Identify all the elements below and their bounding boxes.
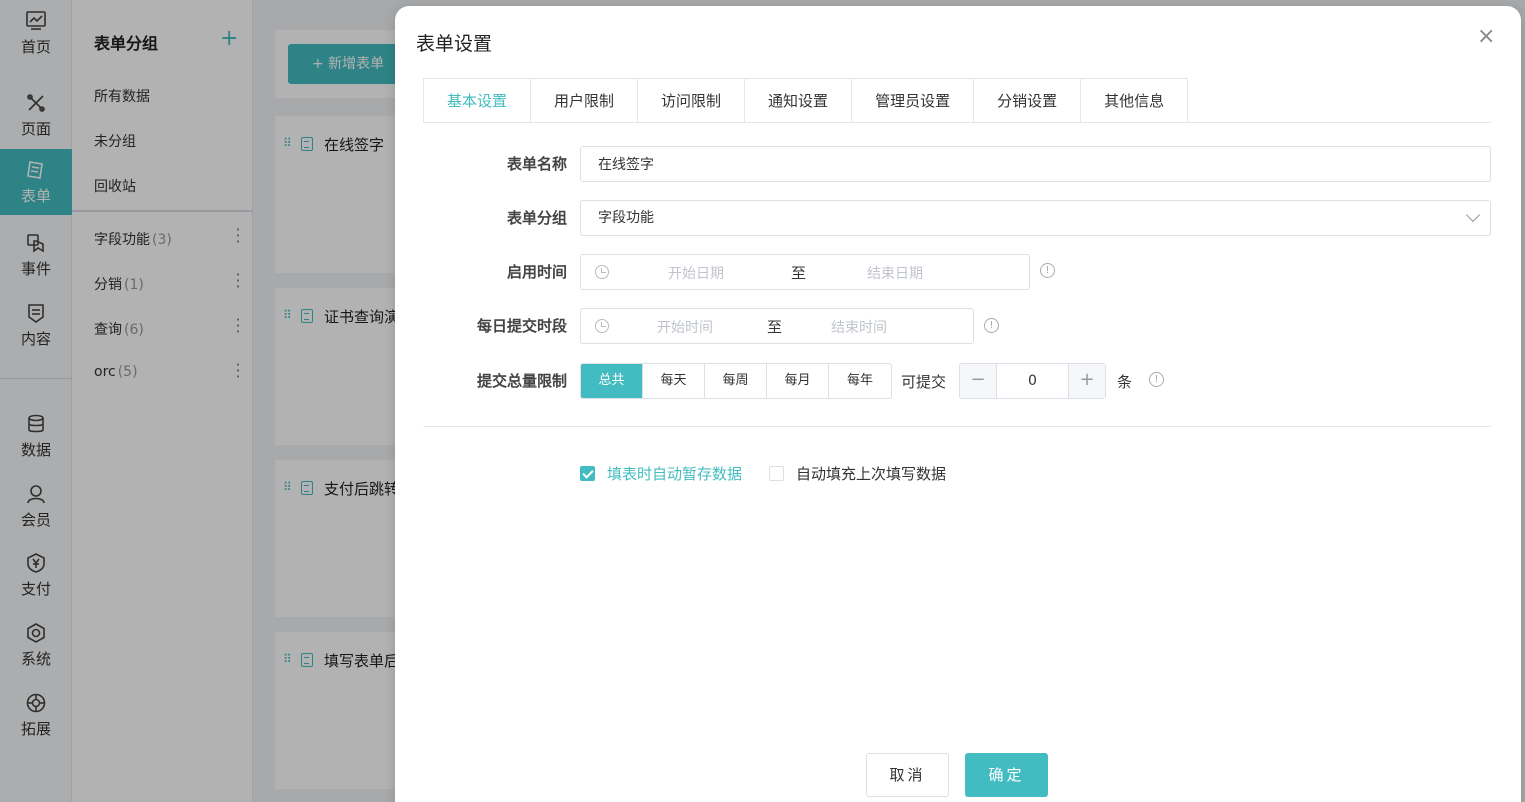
tab-basic[interactable]: 基本设置 <box>424 79 532 123</box>
enable-range-separator: 至 <box>791 264 807 282</box>
can-submit-label: 可提交 <box>901 373 947 391</box>
info-icon[interactable]: ! <box>1040 263 1055 278</box>
confirm-button[interactable]: 确定 <box>965 753 1048 797</box>
form-name-input[interactable] <box>580 146 1491 182</box>
tab-notify[interactable]: 通知设置 <box>745 79 853 123</box>
daily-range-separator: 至 <box>767 318 783 336</box>
form-divider <box>423 426 1491 427</box>
tabs-divider <box>423 122 1491 123</box>
checkbox-unchecked-icon <box>769 466 784 481</box>
limit-unit: 条 <box>1117 373 1133 391</box>
auto-save-checkbox[interactable]: 填表时自动暂存数据 <box>580 463 742 484</box>
auto-save-label: 填表时自动暂存数据 <box>607 465 743 483</box>
limit-option-total[interactable]: 总共 <box>581 364 643 398</box>
decrement-button[interactable]: − <box>960 364 997 398</box>
form-group-label: 表单分组 <box>506 209 567 227</box>
limit-quantity-stepper: − 0 + <box>959 363 1106 399</box>
auto-fill-label: 自动填充上次填写数据 <box>796 465 947 483</box>
limit-option-week[interactable]: 每周 <box>705 364 767 398</box>
chevron-down-icon <box>1465 207 1481 223</box>
daily-start-placeholder: 开始时间 <box>657 320 713 336</box>
form-group-value: 字段功能 <box>598 210 654 226</box>
enable-time-label: 启用时间 <box>506 263 567 281</box>
limit-option-month[interactable]: 每月 <box>767 364 829 398</box>
checkbox-checked-icon <box>580 466 595 481</box>
clock-icon <box>595 319 609 333</box>
tab-other[interactable]: 其他信息 <box>1081 79 1188 123</box>
tab-user-limit[interactable]: 用户限制 <box>531 79 639 123</box>
form-group-select[interactable]: 字段功能 <box>580 200 1491 236</box>
submit-limit-label: 提交总量限制 <box>476 372 567 390</box>
tab-access-limit[interactable]: 访问限制 <box>638 79 746 123</box>
form-settings-dialog: 表单设置 × 基本设置 用户限制 访问限制 通知设置 管理员设置 分销设置 其他… <box>395 6 1521 802</box>
enable-start-placeholder: 开始日期 <box>668 266 724 282</box>
settings-tabs: 基本设置 用户限制 访问限制 通知设置 管理员设置 分销设置 其他信息 <box>423 78 1189 123</box>
info-icon[interactable]: ! <box>984 318 999 333</box>
tab-admin[interactable]: 管理员设置 <box>852 79 975 123</box>
clock-icon <box>595 265 609 279</box>
cancel-button[interactable]: 取消 <box>866 753 949 797</box>
close-icon[interactable]: × <box>1477 24 1495 49</box>
enable-date-range[interactable]: 开始日期 至 结束日期 <box>580 254 1030 290</box>
increment-button[interactable]: + <box>1068 364 1105 398</box>
limit-period-segmented: 总共 每天 每周 每月 每年 <box>580 363 892 399</box>
daily-end-placeholder: 结束时间 <box>831 320 887 336</box>
limit-option-day[interactable]: 每天 <box>643 364 705 398</box>
enable-end-placeholder: 结束日期 <box>867 266 923 282</box>
info-icon[interactable]: ! <box>1149 372 1164 387</box>
form-name-label: 表单名称 <box>506 155 567 173</box>
daily-period-label: 每日提交时段 <box>476 317 567 335</box>
dialog-title: 表单设置 <box>416 33 493 55</box>
auto-fill-checkbox[interactable]: 自动填充上次填写数据 <box>769 463 946 484</box>
limit-option-year[interactable]: 每年 <box>829 364 891 398</box>
limit-quantity-value[interactable]: 0 <box>997 364 1068 398</box>
daily-time-range[interactable]: 开始时间 至 结束时间 <box>580 308 974 344</box>
tab-distribution[interactable]: 分销设置 <box>974 79 1082 123</box>
